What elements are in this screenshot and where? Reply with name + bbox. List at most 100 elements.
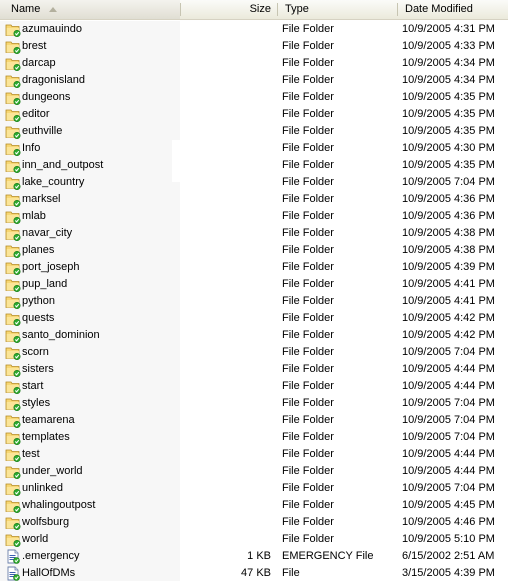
column-header-name[interactable]: Name [0, 0, 180, 19]
file-list: azumauindo File Folder 10/9/2005 4:31 PM br… [0, 21, 508, 582]
file-type: File Folder [282, 159, 334, 171]
file-type: File Folder [282, 431, 334, 443]
file-name: marksel [22, 193, 61, 205]
file-type: File Folder [282, 533, 334, 545]
file-date-modified: 10/9/2005 7:04 PM [402, 176, 495, 188]
folder-icon [5, 311, 21, 327]
file-date-modified: 10/9/2005 5:10 PM [402, 533, 495, 545]
file-type: File Folder [282, 244, 334, 256]
file-name: templates [22, 431, 70, 443]
sort-ascending-icon [49, 7, 57, 12]
folder-icon [5, 209, 21, 225]
folder-row[interactable]: dungeons File Folder 10/9/2005 4:35 PM [0, 89, 508, 106]
folder-icon [5, 481, 21, 497]
file-row[interactable]: HallOfDMs 47 KB File 3/15/2005 4:39 PM [0, 565, 508, 582]
folder-row[interactable]: Info File Folder 10/9/2005 4:30 PM [0, 140, 508, 157]
column-header-bar: Name Size Type Date Modified [0, 0, 508, 20]
folder-icon [5, 464, 21, 480]
file-type: File Folder [282, 346, 334, 358]
file-name: teamarena [22, 414, 75, 426]
folder-row[interactable]: whalingoutpost File Folder 10/9/2005 4:45 … [0, 497, 508, 514]
file-icon [5, 549, 21, 564]
folder-row[interactable]: python File Folder 10/9/2005 4:41 PM [0, 293, 508, 310]
file-name: navar_city [22, 227, 73, 239]
folder-icon [5, 379, 21, 395]
folder-row[interactable]: planes File Folder 10/9/2005 4:38 PM [0, 242, 508, 259]
column-header-size[interactable]: Size [181, 0, 277, 19]
file-date-modified: 10/9/2005 4:46 PM [402, 516, 495, 528]
folder-row[interactable]: editor File Folder 10/9/2005 4:35 PM [0, 106, 508, 123]
file-row[interactable]: .emergency 1 KB EMERGENCY File 6/15/2002 2:… [0, 548, 508, 565]
folder-icon [5, 260, 21, 276]
file-type: File Folder [282, 380, 334, 392]
file-type: File Folder [282, 142, 334, 154]
folder-row[interactable]: marksel File Folder 10/9/2005 4:36 PM [0, 191, 508, 208]
file-name: brest [22, 40, 47, 52]
column-header-date-modified[interactable]: Date Modified [398, 0, 508, 19]
folder-icon [5, 498, 21, 514]
file-date-modified: 10/9/2005 4:38 PM [402, 244, 495, 256]
file-date-modified: 10/9/2005 4:42 PM [402, 329, 495, 341]
folder-row[interactable]: scorn File Folder 10/9/2005 7:04 PM [0, 344, 508, 361]
file-date-modified: 10/9/2005 4:34 PM [402, 74, 495, 86]
file-date-modified: 3/15/2005 4:39 PM [402, 567, 495, 579]
folder-icon [5, 192, 21, 208]
file-date-modified: 10/9/2005 7:04 PM [402, 414, 495, 426]
folder-row[interactable]: darcap File Folder 10/9/2005 4:34 PM [0, 55, 508, 72]
folder-row[interactable]: start File Folder 10/9/2005 4:44 PM [0, 378, 508, 395]
folder-row[interactable]: euthville File Folder 10/9/2005 4:35 PM [0, 123, 508, 140]
file-name: python [22, 295, 56, 307]
folder-row[interactable]: test File Folder 10/9/2005 4:44 PM [0, 446, 508, 463]
folder-row[interactable]: wolfsburg File Folder 10/9/2005 4:46 PM [0, 514, 508, 531]
file-name: scorn [22, 346, 49, 358]
folder-row[interactable]: unlinked File Folder 10/9/2005 7:04 PM [0, 480, 508, 497]
folder-row[interactable]: quests File Folder 10/9/2005 4:42 PM [0, 310, 508, 327]
file-name: editor [22, 108, 50, 120]
folder-row[interactable]: navar_city File Folder 10/9/2005 4:38 PM [0, 225, 508, 242]
file-type: File Folder [282, 516, 334, 528]
folder-row[interactable]: azumauindo File Folder 10/9/2005 4:31 PM [0, 21, 508, 38]
file-name: port_joseph [22, 261, 80, 273]
file-date-modified: 10/9/2005 4:35 PM [402, 91, 495, 103]
file-name: test [22, 448, 40, 460]
folder-row[interactable]: mlab File Folder 10/9/2005 4:36 PM [0, 208, 508, 225]
file-type: File Folder [282, 40, 334, 52]
file-date-modified: 6/15/2002 2:51 AM [402, 550, 495, 562]
folder-icon [5, 175, 21, 191]
file-type: File Folder [282, 414, 334, 426]
folder-row[interactable]: pup_land File Folder 10/9/2005 4:41 PM [0, 276, 508, 293]
file-date-modified: 10/9/2005 4:45 PM [402, 499, 495, 511]
folder-row[interactable]: under_world File Folder 10/9/2005 4:44 PM [0, 463, 508, 480]
file-type: File Folder [282, 176, 334, 188]
file-type: File Folder [282, 261, 334, 273]
folder-icon [5, 430, 21, 446]
folder-row[interactable]: brest File Folder 10/9/2005 4:33 PM [0, 38, 508, 55]
folder-row[interactable]: world File Folder 10/9/2005 5:10 PM [0, 531, 508, 548]
file-name: azumauindo [22, 23, 82, 35]
file-date-modified: 10/9/2005 4:42 PM [402, 312, 495, 324]
file-date-modified: 10/9/2005 4:36 PM [402, 210, 495, 222]
folder-row[interactable]: sisters File Folder 10/9/2005 4:44 PM [0, 361, 508, 378]
folder-icon [5, 345, 21, 361]
folder-row[interactable]: santo_dominion File Folder 10/9/2005 4:42 … [0, 327, 508, 344]
file-date-modified: 10/9/2005 4:35 PM [402, 125, 495, 137]
file-date-modified: 10/9/2005 7:04 PM [402, 397, 495, 409]
file-name: mlab [22, 210, 46, 222]
folder-row[interactable]: dragonisland File Folder 10/9/2005 4:34 PM [0, 72, 508, 89]
folder-row[interactable]: teamarena File Folder 10/9/2005 7:04 PM [0, 412, 508, 429]
folder-icon [5, 107, 21, 123]
folder-row[interactable]: styles File Folder 10/9/2005 7:04 PM [0, 395, 508, 412]
file-icon [5, 566, 21, 581]
folder-icon [5, 447, 21, 463]
folder-icon [5, 362, 21, 378]
folder-row[interactable]: inn_and_outpost File Folder 10/9/2005 4:35… [0, 157, 508, 174]
column-header-size-label: Size [249, 3, 271, 15]
folder-icon [5, 73, 21, 89]
column-header-type[interactable]: Type [278, 0, 397, 19]
folder-icon [5, 226, 21, 242]
folder-row[interactable]: port_joseph File Folder 10/9/2005 4:39 PM [0, 259, 508, 276]
folder-row[interactable]: lake_country File Folder 10/9/2005 7:04 PM [0, 174, 508, 191]
file-type: File Folder [282, 108, 334, 120]
file-date-modified: 10/9/2005 4:38 PM [402, 227, 495, 239]
folder-row[interactable]: templates File Folder 10/9/2005 7:04 PM [0, 429, 508, 446]
